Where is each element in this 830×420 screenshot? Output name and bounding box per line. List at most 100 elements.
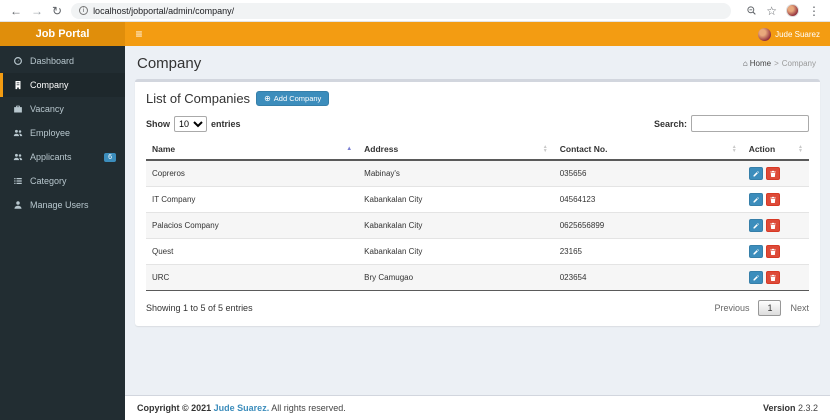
- sidebar-item-employee[interactable]: Employee: [0, 121, 125, 145]
- table-row: Palacios Company Kabankalan City 0625656…: [146, 212, 809, 239]
- user-menu[interactable]: Jude Suarez: [748, 22, 830, 46]
- trash-icon: [769, 274, 776, 281]
- table-footer: Showing 1 to 5 of 5 entries Previous 1 N…: [146, 291, 809, 316]
- cell-contact: 023654: [553, 264, 743, 291]
- edit-button[interactable]: [748, 193, 763, 206]
- breadcrumb: ⌂ Home > Company: [743, 59, 816, 68]
- delete-button[interactable]: [765, 271, 780, 284]
- sidebar: Dashboard Company Vacancy Employee Appli…: [0, 46, 125, 420]
- sidebar-item-manage-users[interactable]: Manage Users: [0, 193, 125, 217]
- sort-ascending-icon: ▲: [346, 146, 353, 152]
- sidebar-item-category[interactable]: Category: [0, 169, 125, 193]
- edit-icon: [753, 248, 759, 254]
- column-header-label: Name: [152, 144, 176, 154]
- applicants-count-badge: 6: [104, 152, 116, 162]
- column-header-address[interactable]: Address ▲ ▼: [358, 139, 554, 161]
- page-length-control: Show 10 entries: [146, 115, 241, 132]
- table-controls: Show 10 entries Search:: [146, 115, 809, 132]
- page-wrapper: Dashboard Company Vacancy Employee Appli…: [0, 46, 830, 420]
- users-icon: [13, 152, 23, 162]
- page-length-select[interactable]: 10: [174, 115, 207, 132]
- app-navbar: Job Portal ≡ Jude Suarez: [0, 22, 830, 46]
- row-actions: [748, 271, 803, 284]
- reload-icon[interactable]: ↻: [52, 5, 62, 17]
- browser-toolbar: ← → ↻ i localhost/jobportal/admin/compan…: [0, 0, 830, 22]
- edit-button[interactable]: [748, 271, 763, 284]
- sort-icon: ▲ ▼: [798, 143, 803, 154]
- delete-button[interactable]: [765, 193, 780, 206]
- pagination: Previous 1 Next: [714, 300, 809, 316]
- entries-label: entries: [211, 118, 241, 129]
- sidebar-toggle-icon[interactable]: ≡: [125, 22, 153, 46]
- users-icon: [13, 128, 23, 138]
- bookmark-star-icon[interactable]: ☆: [766, 5, 777, 17]
- edit-button[interactable]: [748, 245, 763, 258]
- search-input[interactable]: [691, 115, 809, 132]
- table-header-row: Name ▲ Address ▲ ▼ Contact No. ▲ ▼ Actio…: [146, 139, 809, 161]
- cell-address: Kabankalan City: [358, 186, 554, 213]
- table-row: IT Company Kabankalan City 04564123: [146, 186, 809, 213]
- zoom-icon[interactable]: [746, 5, 757, 16]
- cell-contact: 23165: [553, 238, 743, 265]
- cell-address: Kabankalan City: [358, 212, 554, 239]
- page-title: Company: [137, 55, 202, 72]
- delete-button[interactable]: [765, 219, 780, 232]
- edit-icon: [753, 274, 759, 280]
- site-info-icon[interactable]: i: [79, 6, 89, 15]
- column-header-contact[interactable]: Contact No. ▲ ▼: [553, 139, 743, 161]
- sidebar-item-label: Dashboard: [30, 56, 75, 66]
- home-icon: ⌂: [742, 59, 748, 68]
- page-number-button[interactable]: 1: [758, 300, 782, 316]
- card-title: List of Companies: [146, 91, 251, 106]
- user-icon: [13, 200, 23, 210]
- delete-button[interactable]: [765, 245, 780, 258]
- author-link[interactable]: Jude Suarez.: [214, 403, 270, 413]
- sidebar-item-company[interactable]: Company: [0, 73, 125, 97]
- next-page-button[interactable]: Next: [790, 303, 809, 313]
- breadcrumb-separator: >: [774, 59, 779, 68]
- cell-name: Palacios Company: [146, 212, 359, 239]
- cell-contact: 04564123: [553, 186, 743, 213]
- building-icon: [13, 80, 23, 90]
- table-row: Copreros Mabinay's 035656: [146, 159, 809, 187]
- edit-button[interactable]: [748, 219, 763, 232]
- breadcrumb-home-link[interactable]: ⌂ Home: [743, 59, 771, 68]
- browser-profile-avatar[interactable]: [786, 4, 799, 17]
- version-number: 2.3.2: [797, 403, 818, 413]
- column-header-action[interactable]: Action ▲ ▼: [742, 139, 809, 161]
- cell-address: Bry Camugao: [358, 264, 554, 291]
- version-text: Version 2.3.2: [763, 403, 818, 413]
- content-header: Company ⌂ Home > Company: [125, 46, 830, 79]
- browser-menu-icon[interactable]: ⋮: [808, 5, 820, 17]
- copyright-text: Copyright © 2021 Jude Suarez. All rights…: [137, 403, 346, 413]
- sidebar-item-applicants[interactable]: Applicants 6: [0, 145, 125, 169]
- version-label: Version: [762, 403, 796, 413]
- cell-address: Mabinay's: [358, 159, 554, 187]
- sort-icon: ▲ ▼: [542, 143, 548, 154]
- column-header-label: Action: [748, 144, 776, 154]
- sort-icon: ▲ ▼: [731, 143, 737, 154]
- forward-icon[interactable]: →: [31, 5, 43, 17]
- sidebar-item-dashboard[interactable]: Dashboard: [0, 49, 125, 73]
- sidebar-item-vacancy[interactable]: Vacancy: [0, 97, 125, 121]
- back-icon[interactable]: ←: [10, 5, 22, 17]
- brand-logo[interactable]: Job Portal: [0, 22, 125, 46]
- cell-contact: 0625656899: [553, 212, 743, 239]
- user-name: Jude Suarez: [775, 29, 820, 39]
- sidebar-item-label: Applicants: [30, 152, 72, 162]
- cell-name: Copreros: [146, 159, 359, 187]
- row-actions: [748, 245, 803, 258]
- address-bar[interactable]: i localhost/jobportal/admin/company/: [71, 2, 732, 19]
- trash-icon: [769, 248, 776, 255]
- search-label: Search:: [653, 118, 687, 129]
- copyright-label: Copyright © 2021: [137, 403, 212, 413]
- add-company-label: Add Company: [273, 94, 322, 103]
- edit-button[interactable]: [748, 167, 763, 180]
- previous-page-button[interactable]: Previous: [714, 303, 749, 313]
- add-company-button[interactable]: ⊕ Add Company: [256, 91, 330, 106]
- briefcase-icon: [13, 104, 23, 114]
- delete-button[interactable]: [765, 167, 780, 180]
- show-label: Show: [146, 118, 170, 129]
- column-header-name[interactable]: Name ▲: [146, 139, 359, 161]
- sidebar-item-label: Manage Users: [30, 200, 89, 210]
